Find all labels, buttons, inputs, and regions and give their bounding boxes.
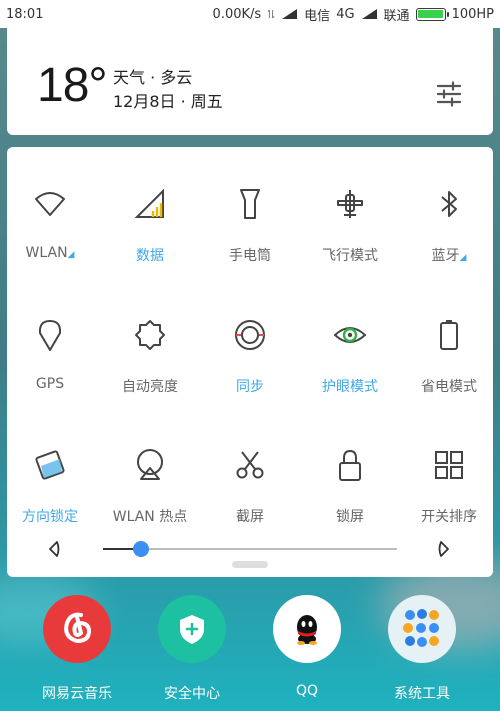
tile-label: 手电筒 — [229, 248, 271, 264]
tile-label: GPS — [35, 376, 65, 392]
tile-mobile-data[interactable]: 数据 — [100, 157, 200, 264]
lock-icon — [339, 449, 361, 481]
brightness-slider-knob[interactable] — [133, 541, 150, 557]
tile-screenshot[interactable]: 截屏 — [200, 418, 300, 525]
net-speed: 0.00K/s — [212, 6, 262, 22]
tile-lock[interactable]: 锁屏 — [300, 418, 400, 525]
battery-icon — [415, 7, 449, 21]
tile-flashlight[interactable]: 手电筒 — [200, 157, 300, 264]
expand-arrow-icon: ◢ — [67, 250, 75, 260]
tile-label: 护眼模式 — [322, 379, 378, 395]
battery-label: 100HP — [451, 6, 494, 22]
dock-label: QQ — [295, 683, 319, 699]
dock-app-qq[interactable]: QQ — [252, 595, 362, 699]
signal-icon — [361, 9, 377, 19]
quick-settings-panel: WLAN◢ 数据 手电筒 飞行模式 蓝牙◢ GPS 自动亮度 同步 护眼模式 省电模式方向锁定 WL… — [7, 147, 493, 577]
panel-drag-handle[interactable] — [232, 561, 268, 568]
data-arrows-icon — [267, 9, 275, 19]
network-type: 4G — [336, 6, 355, 22]
screenshot-icon — [236, 451, 264, 479]
airplane-icon — [337, 190, 363, 218]
status-time: 18:01 — [6, 6, 44, 22]
tile-label: 开关排序 — [421, 509, 477, 525]
auto-brightness-icon — [135, 320, 165, 350]
tile-label: 数据 — [136, 248, 164, 264]
tile-label: WLAN◢ — [25, 245, 75, 261]
system-tools-folder-icon — [388, 595, 456, 663]
tile-label: WLAN 热点 — [112, 509, 188, 525]
bluetooth-icon — [441, 191, 457, 217]
carrier-2: 联通 — [383, 8, 410, 24]
dock-label: 安全中心 — [164, 686, 220, 702]
wifi-icon — [35, 192, 65, 216]
tile-label: 自动亮度 — [122, 379, 178, 395]
security-center-icon — [158, 595, 226, 663]
tile-gps[interactable]: GPS — [0, 288, 100, 392]
rotation-lock-icon — [35, 450, 65, 480]
tile-label: 锁屏 — [336, 509, 364, 525]
tile-rotation-lock[interactable]: 方向锁定 — [0, 418, 100, 525]
tile-label: 方向锁定 — [22, 509, 78, 525]
dock-label: 网易云音乐 — [42, 686, 112, 702]
eye-icon — [333, 327, 367, 343]
tile-airplane[interactable]: 飞行模式 — [300, 157, 400, 264]
qq-icon — [273, 595, 341, 663]
dock-app-system-tools[interactable]: 系统工具 — [367, 595, 477, 703]
sync-icon — [235, 320, 265, 350]
tile-eye[interactable]: 护眼模式 — [300, 288, 400, 395]
settings-sliders-icon[interactable] — [435, 80, 463, 108]
tile-label: 截屏 — [236, 509, 264, 525]
battery-saver-icon — [440, 320, 458, 350]
hotspot-icon — [137, 449, 163, 480]
tile-grid[interactable]: 开关排序 — [399, 418, 499, 525]
tile-battery-saver[interactable]: 省电模式 — [399, 288, 499, 395]
flashlight-icon — [240, 189, 260, 219]
tile-label: 同步 — [236, 379, 264, 395]
brightness-decrease-icon[interactable] — [45, 539, 65, 559]
tile-label: 省电模式 — [421, 379, 477, 395]
weather-condition: 天气 · 多云 — [113, 68, 193, 87]
dock-app-netease-music[interactable]: 网易云音乐 — [22, 595, 132, 703]
tile-label: 飞行模式 — [322, 248, 378, 264]
carrier-1: 电信 — [304, 8, 331, 24]
tile-bluetooth[interactable]: 蓝牙◢ — [399, 157, 499, 264]
tile-wifi[interactable]: WLAN◢ — [0, 157, 100, 261]
mobile-data-icon — [134, 188, 164, 218]
tile-label: 蓝牙◢ — [431, 248, 467, 264]
brightness-increase-icon[interactable] — [433, 539, 453, 559]
tile-hotspot[interactable]: WLAN 热点 — [100, 418, 200, 525]
signal-icon — [282, 9, 298, 19]
temperature: 18° — [37, 59, 108, 112]
expand-arrow-icon: ◢ — [459, 253, 467, 263]
grid-icon — [435, 451, 463, 479]
netease-music-icon — [43, 595, 111, 663]
status-bar: 18:01 0.00K/s 电信 4G 联通 100HP — [0, 0, 500, 28]
dock-label: 系统工具 — [394, 686, 450, 702]
dock-app-security-center[interactable]: 安全中心 — [137, 595, 247, 703]
gps-icon — [38, 320, 62, 351]
tile-sync[interactable]: 同步 — [200, 288, 300, 395]
weather-card[interactable]: 18° 天气 · 多云 12月8日 · 周五 — [7, 28, 493, 135]
tile-auto-brightness[interactable]: 自动亮度 — [100, 288, 200, 395]
date: 12月8日 · 周五 — [113, 92, 223, 111]
